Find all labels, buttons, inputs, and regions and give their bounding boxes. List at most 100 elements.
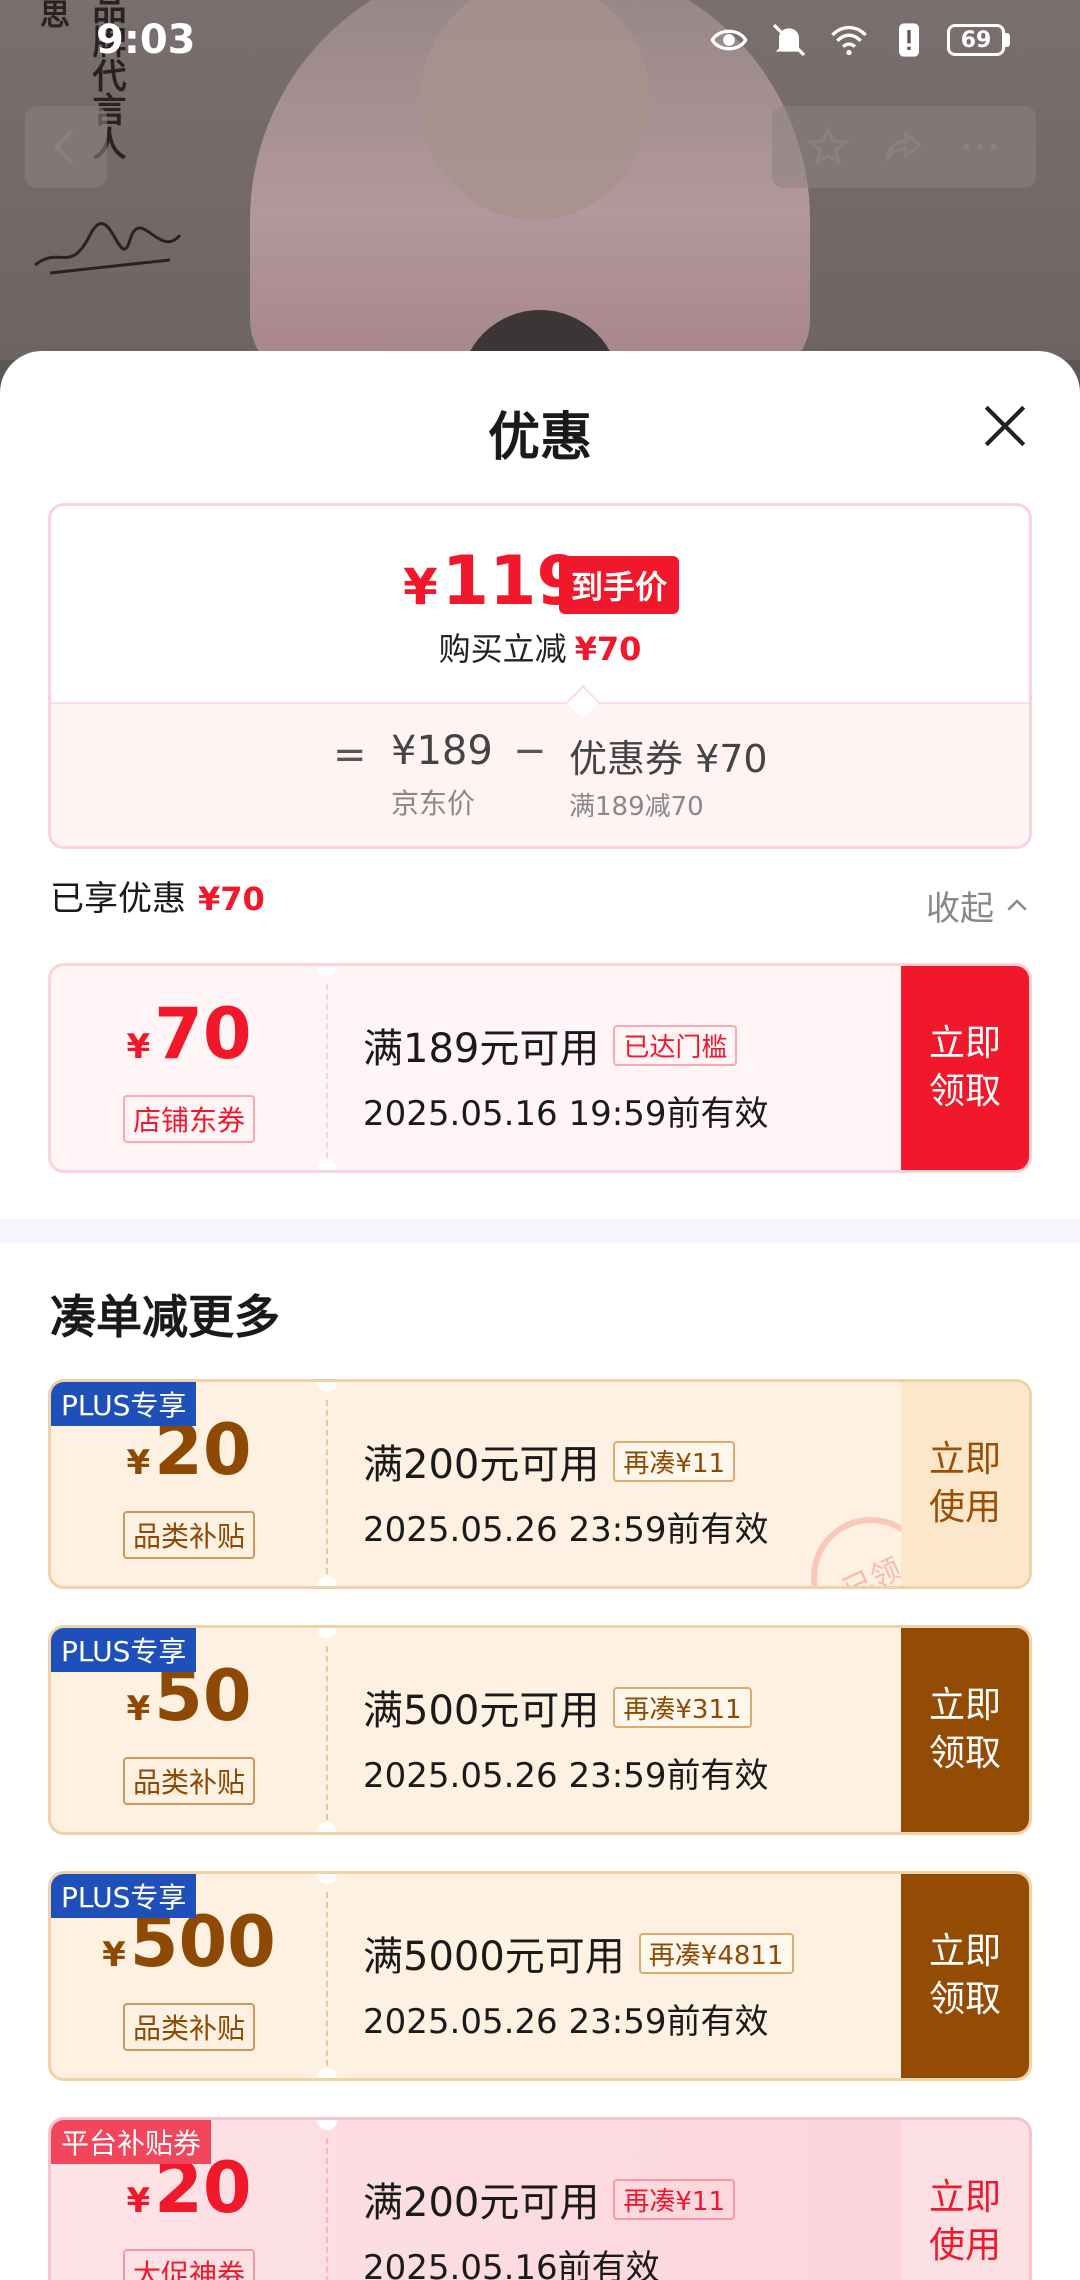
coupon-kind: 品类补贴 <box>122 2002 255 2051</box>
coupon-condition-row: 满200元可用 再凑¥11 <box>363 2170 735 2228</box>
coupon-hole <box>317 1822 337 1832</box>
coupon-badge: 再凑¥11 <box>613 2178 735 2220</box>
coupon-badge: 再凑¥11 <box>613 1440 735 1482</box>
eye-icon <box>710 29 748 51</box>
final-price-symbol: ¥ <box>403 558 438 616</box>
close-icon[interactable] <box>980 401 1030 451</box>
battery-tip <box>1005 33 1010 47</box>
coupon-badge: 再凑¥4811 <box>638 1932 794 1974</box>
coupon-kind: 大促神券 <box>122 2248 255 2280</box>
more-icon[interactable] <box>957 124 1003 170</box>
status-time: 9:03 <box>96 17 196 63</box>
coupon-details: 满189元可用 已达门槛 2025.05.16 19:59前有效 <box>363 1016 768 1135</box>
coupon-expire: 2025.05.16前有效 <box>363 2248 660 2280</box>
section-more-title: 凑单减更多 <box>50 1290 280 1344</box>
coupon-divider <box>326 1646 328 1820</box>
collapse-button[interactable]: 收起 <box>926 881 1032 930</box>
coupon-condition-row: 满200元可用 再凑¥11 <box>363 1432 768 1490</box>
claim-button[interactable]: 立即 领取 <box>901 1874 1029 2078</box>
coupon-condition: 满200元可用 <box>363 1442 600 1488</box>
coupon-card: ¥50 品类补贴 PLUS专享 满500元可用 再凑¥311 2025.05.26… <box>48 1625 1032 1835</box>
discount-sheet: 优惠 ¥ 119 到手价 购买立减 ¥70 = ¥189 京东价 − 优惠券 ¥7… <box>0 351 1080 2280</box>
price-summary-top: ¥ 119 到手价 购买立减 ¥70 <box>51 506 1029 702</box>
claim-button[interactable]: 立即 领取 <box>901 1628 1029 1832</box>
coupon-currency: ¥ <box>126 2180 151 2221</box>
final-price-tag: 到手价 <box>559 556 680 614</box>
enjoyed-label: 已享优惠 <box>50 879 186 919</box>
bell-muted-icon <box>772 23 806 57</box>
use-button[interactable]: 立即 使用 <box>901 1382 1029 1586</box>
claim-button[interactable]: 立即 领取 <box>901 966 1029 1170</box>
coupon-currency: ¥ <box>102 1934 126 1975</box>
instant-discount-line: 购买立减 ¥70 <box>51 624 1029 670</box>
coupon-condition: 满500元可用 <box>363 1688 600 1734</box>
coupon-divider <box>326 1892 328 2066</box>
instant-discount-label: 购买立减 <box>438 630 567 668</box>
chevron-left-icon <box>53 130 74 164</box>
coupon-condition: 满189元可用 <box>363 1026 600 1072</box>
top-action-group <box>772 106 1036 188</box>
coupon-expire: 2025.05.26 23:59前有效 <box>363 1756 769 1796</box>
jd-price-label: 京东价 <box>391 787 476 820</box>
instant-discount-amount: ¥70 <box>574 630 642 668</box>
coupon-hole <box>317 1576 337 1586</box>
battery-level: 69 <box>947 24 1005 56</box>
status-icons: 69 <box>707 20 1010 60</box>
coupon-divider <box>326 984 328 1158</box>
coupon-kind: 店铺东券 <box>122 1094 255 1143</box>
coupon-expire: 2025.05.26 23:59前有效 <box>363 2002 769 2042</box>
coupon-condition-row: 满189元可用 已达门槛 <box>363 1016 768 1074</box>
jd-price: ¥189 <box>391 728 493 774</box>
coupon-hole <box>317 1160 337 1170</box>
coupon-details: 满500元可用 再凑¥311 2025.05.26 23:59前有效 <box>363 1678 768 1797</box>
plus-exclusive-ribbon: PLUS专享 <box>51 1874 197 1918</box>
collapse-label: 收起 <box>926 889 994 929</box>
coupon-badge: 再凑¥311 <box>613 1686 752 1728</box>
coupon-hole <box>317 2068 337 2078</box>
coupon-kind: 品类补贴 <box>122 1756 255 1805</box>
use-button[interactable]: 立即 使用 <box>901 2120 1029 2280</box>
enjoyed-amount: ¥70 <box>198 880 265 918</box>
coupon-card: ¥20 大促神券 平台补贴券 满200元可用 再凑¥11 2025.05.16前有… <box>48 2117 1032 2280</box>
coupon-divider <box>326 2138 328 2280</box>
signature-image <box>34 222 182 275</box>
star-icon[interactable] <box>805 124 851 170</box>
coupon-details: 满200元可用 再凑¥11 2025.05.16前有效 <box>363 2170 735 2280</box>
coupon-card: ¥70 店铺东券 满189元可用 已达门槛 2025.05.16 19:59前有效… <box>48 963 1032 1173</box>
coupon-kind: 品类补贴 <box>122 1510 255 1559</box>
price-summary-card: ¥ 119 到手价 购买立减 ¥70 = ¥189 京东价 − 优惠券 ¥70 满… <box>48 503 1032 849</box>
final-price: ¥ 119 <box>403 542 584 621</box>
coupon-amount: ¥70 <box>126 994 251 1087</box>
minus-sign: − <box>513 728 547 774</box>
section-divider <box>0 1219 1080 1243</box>
equals-sign: = <box>333 732 367 778</box>
price-breakdown: = ¥189 京东价 − 优惠券 ¥70 满189减70 <box>51 702 1029 846</box>
coupon-amount-value: 70 <box>154 992 252 1075</box>
battery-indicator: 69 <box>947 24 1010 56</box>
coupon-discount: 优惠券 ¥70 <box>569 737 768 781</box>
status-bar: 9:03 69 <box>0 0 1080 80</box>
coupon-divider <box>326 1400 328 1574</box>
coupon-currency: ¥ <box>126 1026 151 1067</box>
back-button[interactable] <box>25 106 107 188</box>
coupon-condition: 满200元可用 <box>363 2180 600 2226</box>
coupon-value: ¥70 店铺东券 <box>51 966 327 1170</box>
chevron-up-icon <box>1007 898 1027 911</box>
alert-icon <box>899 23 919 57</box>
coupon-details: 满5000元可用 再凑¥4811 2025.05.26 23:59前有效 <box>363 1924 794 2043</box>
coupon-condition: 满5000元可用 <box>363 1934 625 1980</box>
coupon-card: ¥20 品类补贴 PLUS专享 满200元可用 再凑¥11 2025.05.26 … <box>48 1379 1032 1589</box>
coupon-condition-row: 满5000元可用 再凑¥4811 <box>363 1924 794 1982</box>
share-icon[interactable] <box>881 124 927 170</box>
sheet-title: 优惠 <box>487 408 592 468</box>
coupon-currency: ¥ <box>126 1442 151 1483</box>
coupon-expire: 2025.05.16 19:59前有效 <box>363 1094 769 1134</box>
coupon-badge: 已达门槛 <box>613 1024 738 1066</box>
coupon-details: 满200元可用 再凑¥11 2025.05.26 23:59前有效 <box>363 1432 768 1551</box>
plus-exclusive-ribbon: PLUS专享 <box>51 1382 197 1426</box>
coupon-condition: 满189减70 <box>569 792 704 822</box>
coupon-currency: ¥ <box>126 1688 151 1729</box>
plus-exclusive-ribbon: PLUS专享 <box>51 1628 197 1672</box>
enjoyed-discount: 已享优惠 ¥70 <box>50 871 265 920</box>
wifi-icon <box>831 25 867 56</box>
